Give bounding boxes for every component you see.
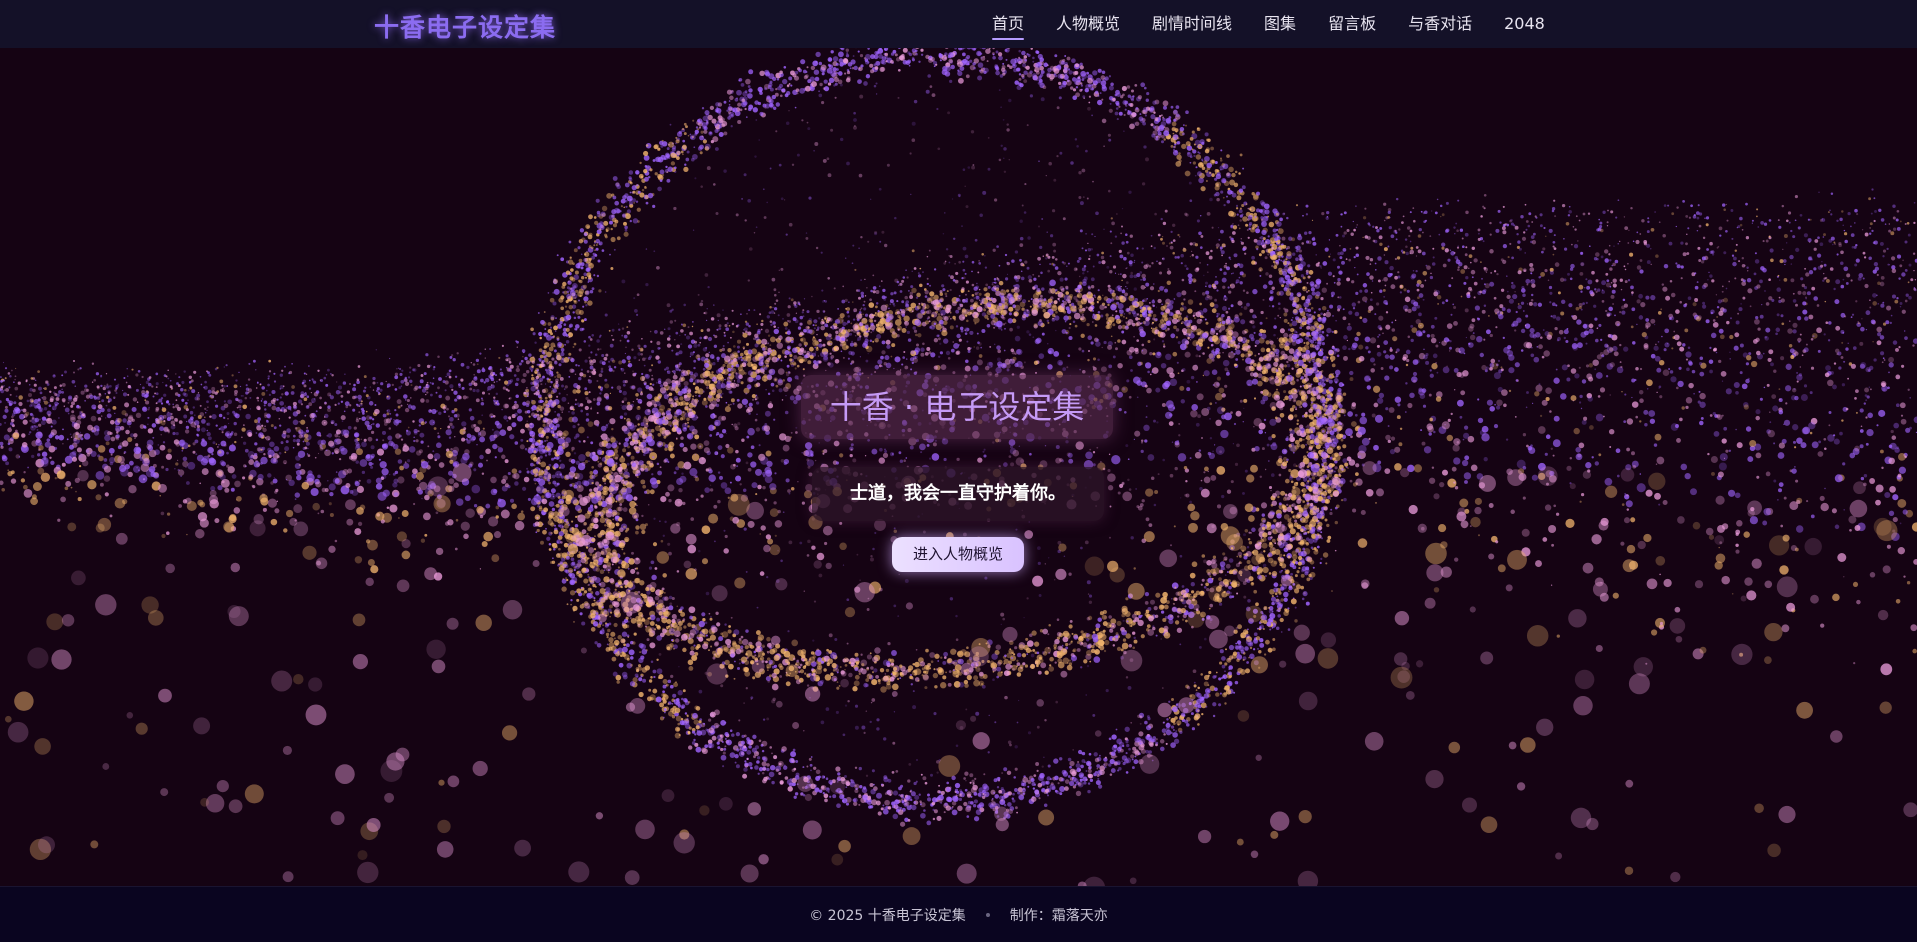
hero-subtitle: 士道，我会一直守护着你。 (812, 467, 1104, 521)
main-nav: 首页 人物概览 剧情时间线 图集 留言板 与香对话 2048 (992, 0, 1545, 48)
footer-copyright: © 2025 十香电子设定集 (809, 907, 966, 924)
nav-item-guestbook[interactable]: 留言板 (1328, 0, 1376, 48)
nav-item-chat[interactable]: 与香对话 (1408, 0, 1472, 48)
nav-item-2048[interactable]: 2048 (1504, 0, 1545, 48)
nav-item-home[interactable]: 首页 (992, 0, 1025, 48)
nav-item-gallery[interactable]: 图集 (1264, 0, 1296, 48)
footer-separator-dot (985, 912, 990, 917)
footer-credit: 制作：霜落天亦 (1009, 907, 1108, 924)
nav-item-characters[interactable]: 人物概览 (1056, 0, 1120, 48)
hero-title: 十香 · 电子设定集 (801, 375, 1113, 439)
site-logo[interactable]: 十香电子设定集 (374, 8, 556, 44)
top-navbar: 十香电子设定集 首页 人物概览 剧情时间线 图集 留言板 与香对话 2048 (0, 0, 1917, 48)
footer: © 2025 十香电子设定集 制作：霜落天亦 (0, 886, 1917, 942)
hero-section: 十香 · 电子设定集 士道，我会一直守护着你。 进入人物概览 (0, 48, 1917, 886)
enter-characters-button[interactable]: 进入人物概览 (892, 537, 1024, 572)
nav-item-timeline[interactable]: 剧情时间线 (1152, 0, 1232, 48)
page: 十香电子设定集 首页 人物概览 剧情时间线 图集 留言板 与香对话 2048 十… (0, 0, 1917, 942)
